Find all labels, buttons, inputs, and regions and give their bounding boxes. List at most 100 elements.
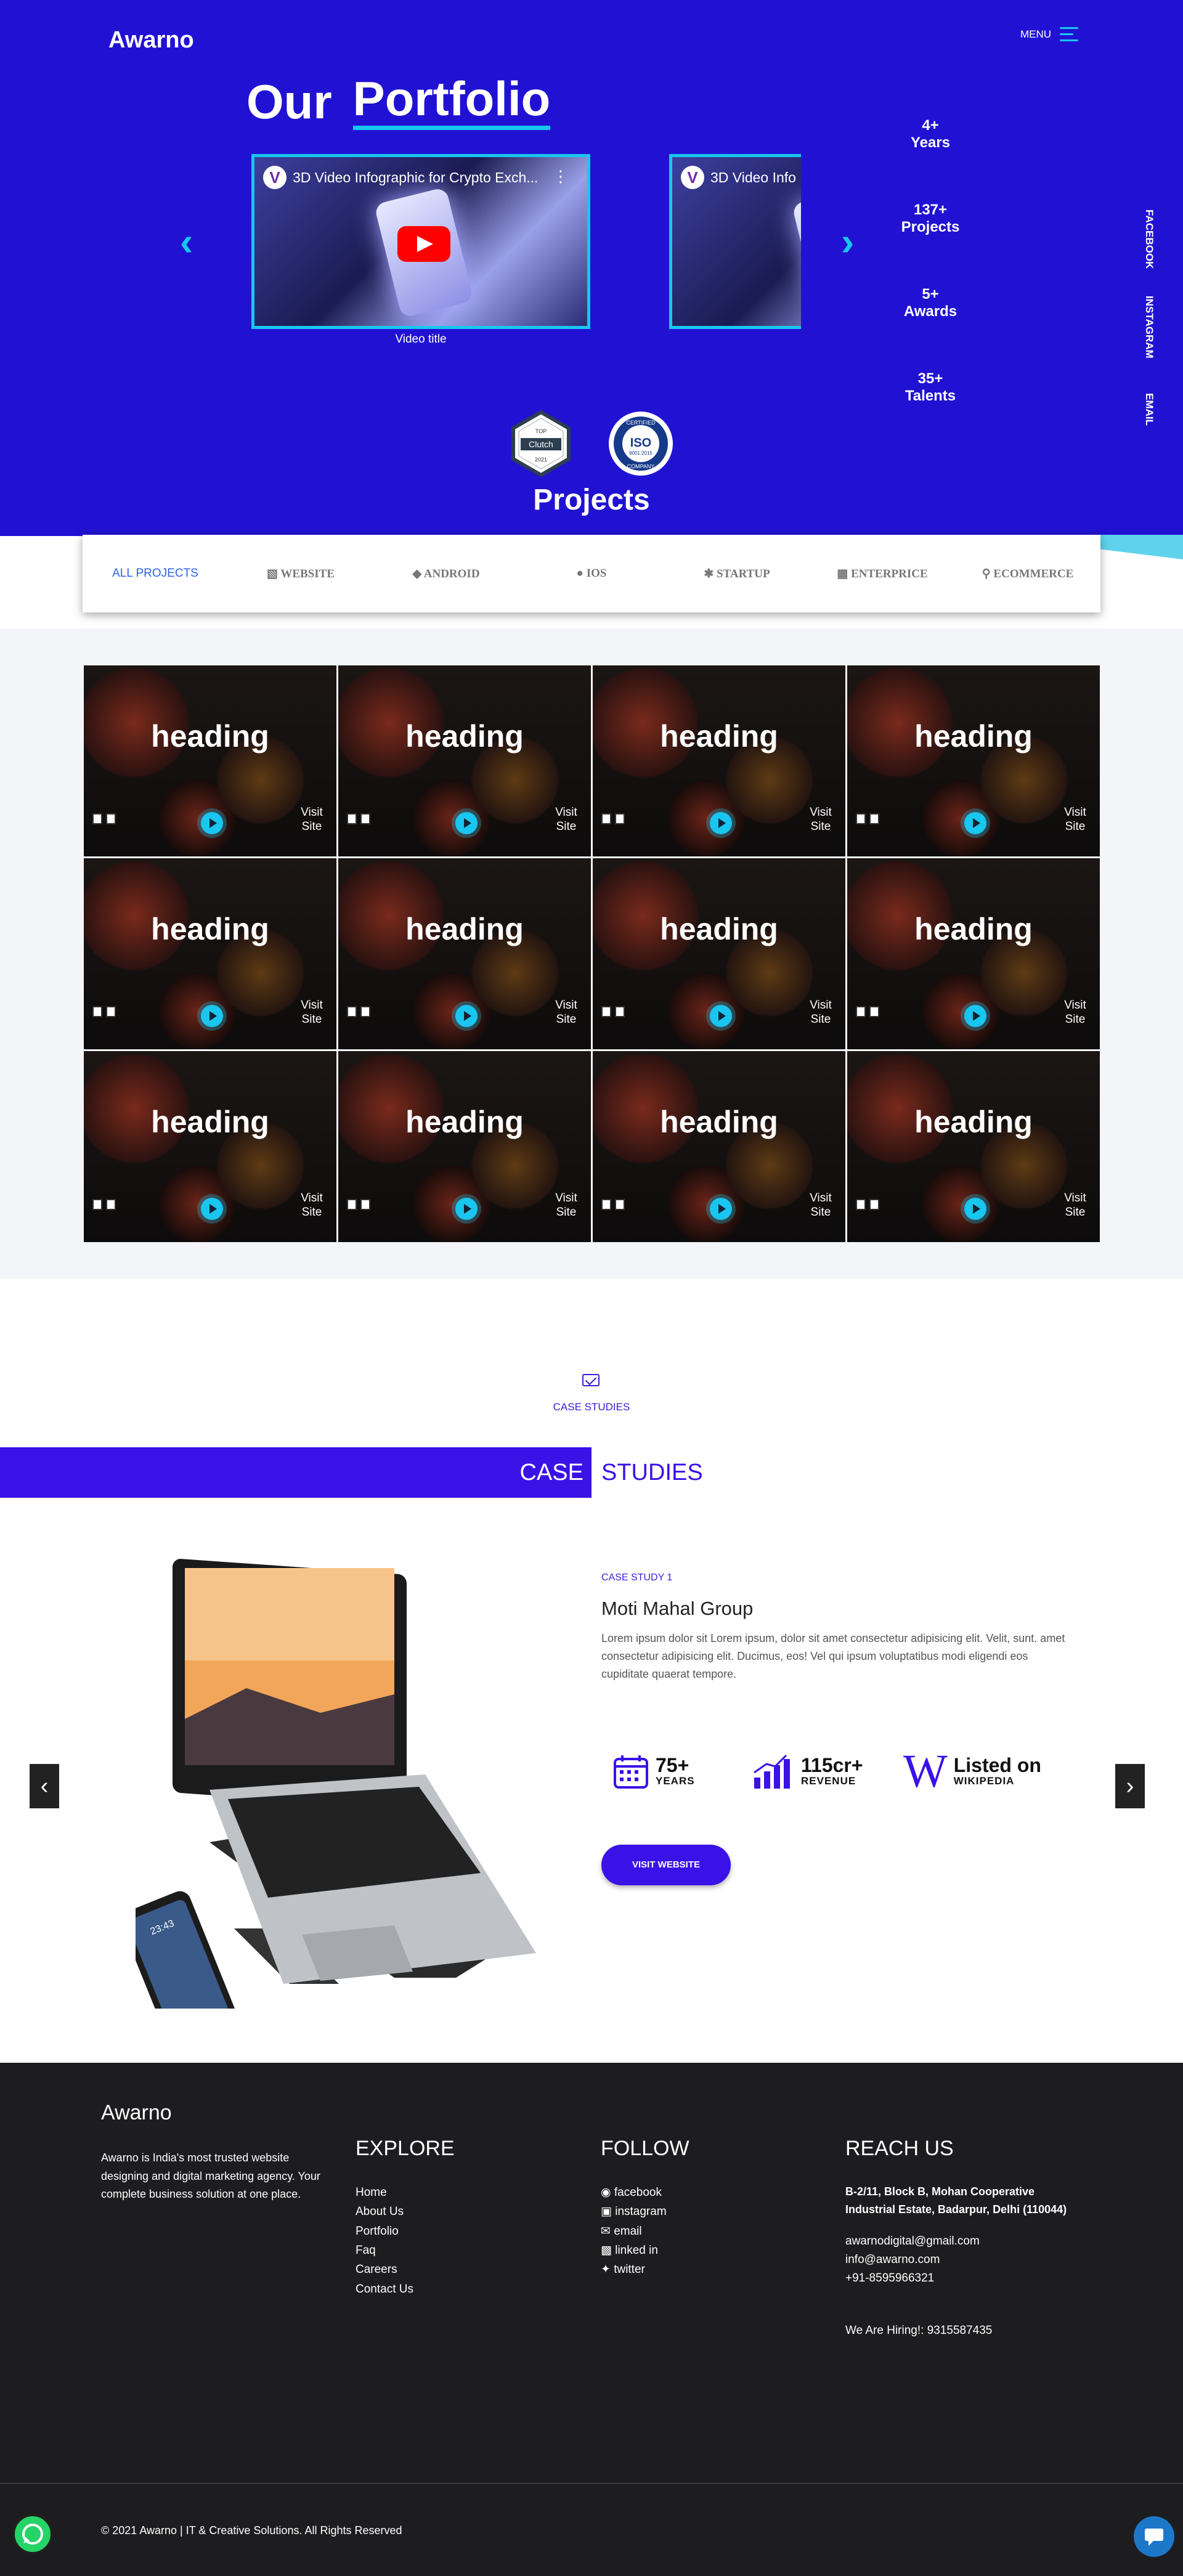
visit-site-link[interactable]: Visit Site	[807, 998, 834, 1028]
visit-site-link[interactable]: Visit Site	[553, 805, 580, 835]
video-player-2[interactable]: V 3D Video Info	[669, 154, 801, 329]
video-player-1[interactable]: V 3D Video Infographic for Crypto Exch..…	[251, 154, 590, 329]
menu-button[interactable]: MENU	[1020, 27, 1079, 41]
iso-sub: 9001:2015	[629, 450, 652, 456]
project-card[interactable]: heading Visit Site	[338, 858, 591, 1049]
visit-site-link[interactable]: Visit Site	[298, 1191, 325, 1221]
visit-site-link[interactable]: Visit Site	[553, 1191, 580, 1221]
project-card[interactable]: heading Visit Site	[847, 1051, 1100, 1242]
card-heading: heading	[660, 719, 778, 754]
footer-link-careers[interactable]: Careers	[356, 2260, 455, 2279]
project-card[interactable]: heading Visit Site	[593, 858, 845, 1049]
footer-phone[interactable]: +91-8595966321	[845, 2269, 1086, 2288]
footer-link-portfolio[interactable]: Portfolio	[356, 2222, 455, 2241]
card-website-icon	[601, 813, 611, 824]
card-website-icon	[347, 1006, 357, 1017]
stat-value: 4+	[922, 117, 939, 134]
social-email-link[interactable]: EMAIL	[1143, 393, 1155, 426]
filter-ios[interactable]: ● IOS	[519, 567, 664, 580]
linkedin-icon: ▩	[601, 2244, 616, 2257]
play-icon[interactable]	[710, 1005, 732, 1027]
project-card[interactable]: heading Visit Site	[84, 1051, 336, 1242]
card-website-icon	[92, 813, 102, 824]
studies-heading-word: STUDIES	[601, 1460, 703, 1485]
follow-instagram[interactable]: ▣ instagram	[601, 2202, 689, 2221]
filter-enterprice[interactable]: ▦ ENTERPRICE	[810, 567, 955, 581]
visit-site-link[interactable]: Visit Site	[1062, 1191, 1089, 1221]
play-icon[interactable]	[710, 1198, 732, 1220]
play-icon[interactable]	[455, 1005, 478, 1027]
social-instagram-link[interactable]: INSTAGRAM	[1143, 296, 1155, 359]
filter-website[interactable]: ▧ WEBSITE	[228, 567, 373, 581]
whatsapp-icon[interactable]	[12, 2514, 53, 2554]
play-icon[interactable]	[964, 1198, 986, 1220]
card-tech-icons	[92, 1199, 116, 1210]
play-icon[interactable]	[710, 812, 732, 834]
visit-site-link[interactable]: Visit Site	[1062, 998, 1089, 1028]
video-caption: Video title	[395, 333, 447, 346]
filter-android[interactable]: ◆ ANDROID	[373, 567, 519, 581]
card-tech-icons	[601, 813, 625, 824]
project-card[interactable]: heading Visit Site	[593, 1051, 845, 1242]
footer-link-home[interactable]: Home	[356, 2183, 455, 2202]
follow-email[interactable]: ✉ email	[601, 2222, 689, 2241]
project-card[interactable]: heading Visit Site	[847, 665, 1100, 856]
footer-hiring[interactable]: We Are Hiring!: 9315587435	[845, 2324, 1086, 2338]
visit-site-link[interactable]: Visit Site	[807, 1191, 834, 1221]
project-card[interactable]: heading Visit Site	[847, 858, 1100, 1049]
carousel-prev-arrow-icon[interactable]: ‹	[180, 222, 193, 261]
video-title[interactable]: 3D Video Info	[710, 169, 796, 186]
project-card[interactable]: heading Visit Site	[338, 1051, 591, 1242]
video-title[interactable]: 3D Video Infographic for Crypto Exch...	[293, 169, 538, 186]
footer-link-faq[interactable]: Faq	[356, 2241, 455, 2260]
project-card[interactable]: heading Visit Site	[84, 858, 336, 1049]
filter-startup[interactable]: ✱ STARTUP	[664, 567, 810, 581]
play-icon[interactable]	[201, 1198, 223, 1220]
iso-name: ISO	[630, 436, 651, 450]
play-icon[interactable]	[455, 812, 478, 834]
visit-site-link[interactable]: Visit Site	[298, 805, 325, 835]
footer-email-1[interactable]: awarnodigital@gmail.com	[845, 2232, 1086, 2251]
follow-twitter[interactable]: ✦ twitter	[601, 2260, 689, 2279]
visit-site-link[interactable]: Visit Site	[553, 998, 580, 1028]
visit-site-link[interactable]: Visit Site	[1062, 805, 1089, 835]
running-person-icon: ✱	[704, 567, 717, 580]
case-heading-word: CASE	[519, 1460, 583, 1485]
card-website-icon	[347, 1199, 357, 1210]
page-title: Our Portfolio	[246, 73, 551, 130]
footer-logo[interactable]: Awarno	[101, 2101, 172, 2125]
case-next-arrow-icon[interactable]: ›	[1115, 1764, 1145, 1808]
more-options-icon[interactable]: ⋮	[553, 167, 569, 186]
project-card[interactable]: heading Visit Site	[338, 665, 591, 856]
visit-site-link[interactable]: Visit Site	[298, 998, 325, 1028]
visit-site-link[interactable]: Visit Site	[807, 805, 834, 835]
visit-website-button[interactable]: VISIT WEBSITE	[601, 1845, 731, 1885]
case-prev-arrow-icon[interactable]: ‹	[30, 1764, 59, 1808]
filter-ecommerce[interactable]: ⚲ ECOMMERCE	[955, 567, 1100, 581]
project-card[interactable]: heading Visit Site	[84, 665, 336, 856]
projects-heading: Projects	[533, 484, 650, 516]
footer-link-about[interactable]: About Us	[356, 2202, 455, 2221]
chat-bubble-icon[interactable]	[1134, 2516, 1174, 2557]
play-icon[interactable]	[964, 1005, 986, 1027]
youtube-play-icon[interactable]	[397, 226, 450, 262]
play-icon[interactable]	[201, 812, 223, 834]
filter-all-projects[interactable]: ALL PROJECTS	[83, 567, 228, 580]
project-card[interactable]: heading Visit Site	[593, 665, 845, 856]
card-heading: heading	[151, 1105, 269, 1139]
play-icon[interactable]	[455, 1198, 478, 1220]
card-mobile-icon	[360, 1006, 370, 1017]
filter-label: STARTUP	[717, 567, 770, 580]
footer-email-2[interactable]: info@awarno.com	[845, 2251, 1086, 2269]
carousel-next-arrow-icon[interactable]: ›	[841, 222, 854, 261]
footer-link-contact[interactable]: Contact Us	[356, 2280, 455, 2299]
site-logo[interactable]: Awarno	[108, 27, 194, 54]
play-icon[interactable]	[201, 1005, 223, 1027]
follow-linkedin[interactable]: ▩ linked in	[601, 2241, 689, 2260]
social-facebook-link[interactable]: FACEBOOK	[1143, 209, 1155, 269]
twitter-icon: ✦	[601, 2263, 614, 2277]
follow-facebook[interactable]: ◉ facebook	[601, 2183, 689, 2202]
card-mobile-icon	[869, 1199, 879, 1210]
play-icon[interactable]	[964, 812, 986, 834]
metric-value: 115cr+	[801, 1754, 863, 1776]
